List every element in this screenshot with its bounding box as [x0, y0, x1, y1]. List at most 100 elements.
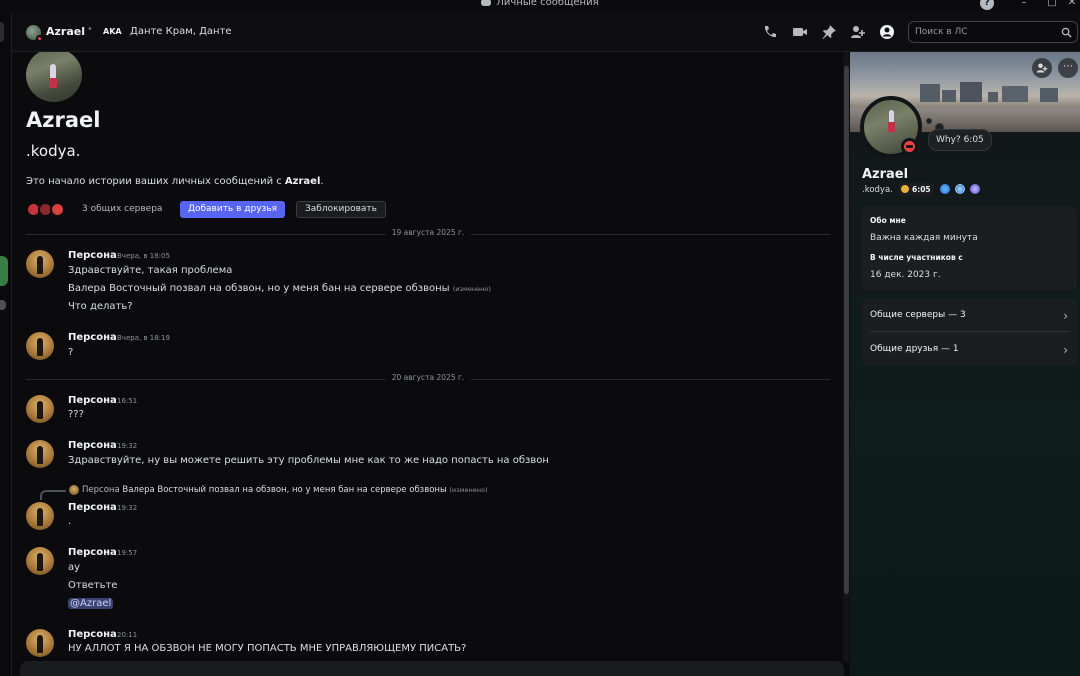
- more-options-button[interactable]: ⋯: [1058, 58, 1078, 78]
- server-rail-item[interactable]: [0, 300, 6, 310]
- message-avatar[interactable]: [26, 502, 54, 530]
- dnd-status-icon: [901, 138, 918, 155]
- mutual-friends-label: Общие друзья — 1: [870, 344, 959, 354]
- server-rail-item[interactable]: [0, 22, 4, 42]
- intro-text: Это начало истории ваших личных сообщени…: [26, 176, 324, 187]
- mutual-server-avatars[interactable]: [26, 202, 72, 218]
- message-avatar[interactable]: [26, 250, 54, 278]
- mutuals-card: Общие серверы — 3 › Общие друзья — 1 ›: [862, 298, 1077, 366]
- about-text: Важна каждая минута: [870, 233, 978, 243]
- message-text: Что делать?: [68, 301, 133, 312]
- header-separator: •: [87, 24, 93, 35]
- reply-preview[interactable]: Персона Валера Восточный позвал на обзво…: [82, 485, 488, 495]
- message-text: @Azrael: [68, 598, 114, 609]
- intro-avatar[interactable]: [26, 52, 82, 102]
- message-avatar[interactable]: [26, 629, 54, 657]
- more-icon: ⋯: [1063, 61, 1073, 72]
- mutual-friends-row[interactable]: Общие друзья — 1 ›: [870, 343, 1070, 357]
- message-avatar[interactable]: [26, 440, 54, 468]
- message-text: ???: [68, 409, 84, 420]
- add-friend-icon[interactable]: [850, 24, 866, 40]
- mutual-servers-text[interactable]: 3 общих сервера: [82, 204, 162, 214]
- profile-username[interactable]: .kodya.: [862, 185, 893, 195]
- message-author[interactable]: Персона: [68, 332, 117, 343]
- search-placeholder: Поиск в ЛС: [915, 27, 968, 37]
- intro-text-prefix: Это начало истории ваших личных сообщени…: [26, 176, 285, 187]
- add-friend-button[interactable]: Добавить в друзья: [180, 201, 285, 218]
- mutual-servers-label: Общие серверы — 3: [870, 310, 966, 320]
- message-text: ау: [68, 562, 81, 573]
- header-username[interactable]: Azrael: [46, 25, 85, 38]
- nitro-badge-icon[interactable]: [955, 184, 965, 194]
- message-text: Здравствуйте, ну вы можете решить эту пр…: [68, 455, 549, 466]
- message-author[interactable]: Персона: [68, 395, 117, 406]
- message-avatar[interactable]: [26, 332, 54, 360]
- message-timestamp: 19:57: [117, 549, 138, 557]
- server-rail-item[interactable]: [0, 256, 8, 286]
- message-author[interactable]: Персона: [68, 440, 117, 451]
- custom-status[interactable]: Why? 6:05: [928, 129, 992, 151]
- message-avatar[interactable]: [26, 395, 54, 423]
- date-divider-label: 20 августа 2025 г.: [385, 373, 471, 382]
- chat-area: Azrael .kodya. Это начало истории ваших …: [12, 52, 850, 676]
- reply-author: Персона: [82, 485, 120, 495]
- scrollbar-thumb[interactable]: [844, 66, 849, 594]
- message-composer[interactable]: [20, 661, 844, 676]
- reply-text: Валера Восточный позвал на обзвон, но у …: [122, 485, 447, 495]
- reply-connector: [40, 490, 66, 500]
- message-author[interactable]: Персона: [68, 547, 117, 558]
- message-timestamp: 19:32: [117, 442, 138, 450]
- time-badge-text: 6:05: [912, 185, 931, 194]
- message-timestamp: 20:11: [117, 631, 138, 639]
- message-text: Здравствуйте, такая проблема: [68, 265, 233, 276]
- message-avatar[interactable]: [26, 547, 54, 575]
- intro-display-name: Azrael: [26, 108, 101, 132]
- header-avatar[interactable]: [26, 25, 43, 42]
- search-input[interactable]: Поиск в ЛС: [908, 21, 1078, 43]
- block-button[interactable]: Заблокировать: [296, 201, 386, 218]
- discord-icon: [481, 0, 492, 6]
- profile-toggle-icon[interactable]: [879, 24, 895, 40]
- add-friend-profile-button[interactable]: [1032, 58, 1052, 78]
- intro-text-suffix: .: [320, 176, 324, 187]
- edited-label: (изменено): [452, 285, 491, 293]
- minimize-button[interactable]: –: [1010, 0, 1038, 10]
- status-bubble-dot: [926, 118, 932, 124]
- message-author[interactable]: Персона: [68, 502, 117, 513]
- hypesquad-badge-icon[interactable]: [940, 184, 950, 194]
- date-divider: 20 августа 2025 г.: [26, 373, 830, 382]
- phone-icon[interactable]: [762, 24, 778, 40]
- help-icon[interactable]: ?: [980, 0, 994, 10]
- server-rail: [0, 12, 12, 676]
- clock-icon: [901, 185, 909, 193]
- message-author[interactable]: Персона: [68, 629, 117, 640]
- row-divider: [870, 331, 1070, 332]
- user-mention[interactable]: @Azrael: [68, 598, 114, 609]
- aka-names: Данте Крам, Данте: [130, 26, 232, 37]
- time-badge: 6:05: [898, 183, 934, 196]
- boost-badge-icon[interactable]: [970, 184, 980, 194]
- server-avatar: [50, 202, 65, 217]
- chevron-right-icon: ›: [1063, 309, 1068, 323]
- intro-text-name: Azrael: [284, 176, 321, 187]
- video-icon[interactable]: [792, 24, 808, 40]
- pin-icon[interactable]: [821, 24, 837, 40]
- close-button[interactable]: ✕: [1058, 0, 1080, 10]
- mutual-servers-row[interactable]: Общие серверы — 3 ›: [870, 309, 1070, 323]
- edited-label: (изменено): [449, 486, 488, 494]
- aka-label: AKA: [103, 27, 122, 36]
- date-divider-label: 19 августа 2025 г.: [385, 228, 471, 237]
- message-text: НУ АЛЛОТ Я НА ОБЗВОН НЕ МОГУ ПОПАСТЬ МНЕ…: [68, 643, 467, 654]
- member-since-date: 16 дек. 2023 г.: [870, 270, 941, 280]
- message-text-content: Валера Восточный позвал на обзвон, но у …: [68, 283, 450, 294]
- about-card: Обо мне Важна каждая минута В числе учас…: [862, 206, 1077, 290]
- message-text: Валера Восточный позвал на обзвон, но у …: [68, 283, 491, 294]
- chevron-right-icon: ›: [1063, 343, 1068, 357]
- message-text: Ответьте: [68, 580, 118, 591]
- add-friend-icon: [1036, 63, 1048, 73]
- message-author[interactable]: Персона: [68, 250, 117, 261]
- dm-header: Azrael • AKA Данте Крам, Данте Поиск в Л…: [12, 12, 1080, 52]
- profile-display-name: Azrael: [862, 167, 909, 182]
- date-divider: 19 августа 2025 г.: [26, 228, 830, 237]
- reply-avatar[interactable]: [69, 485, 79, 495]
